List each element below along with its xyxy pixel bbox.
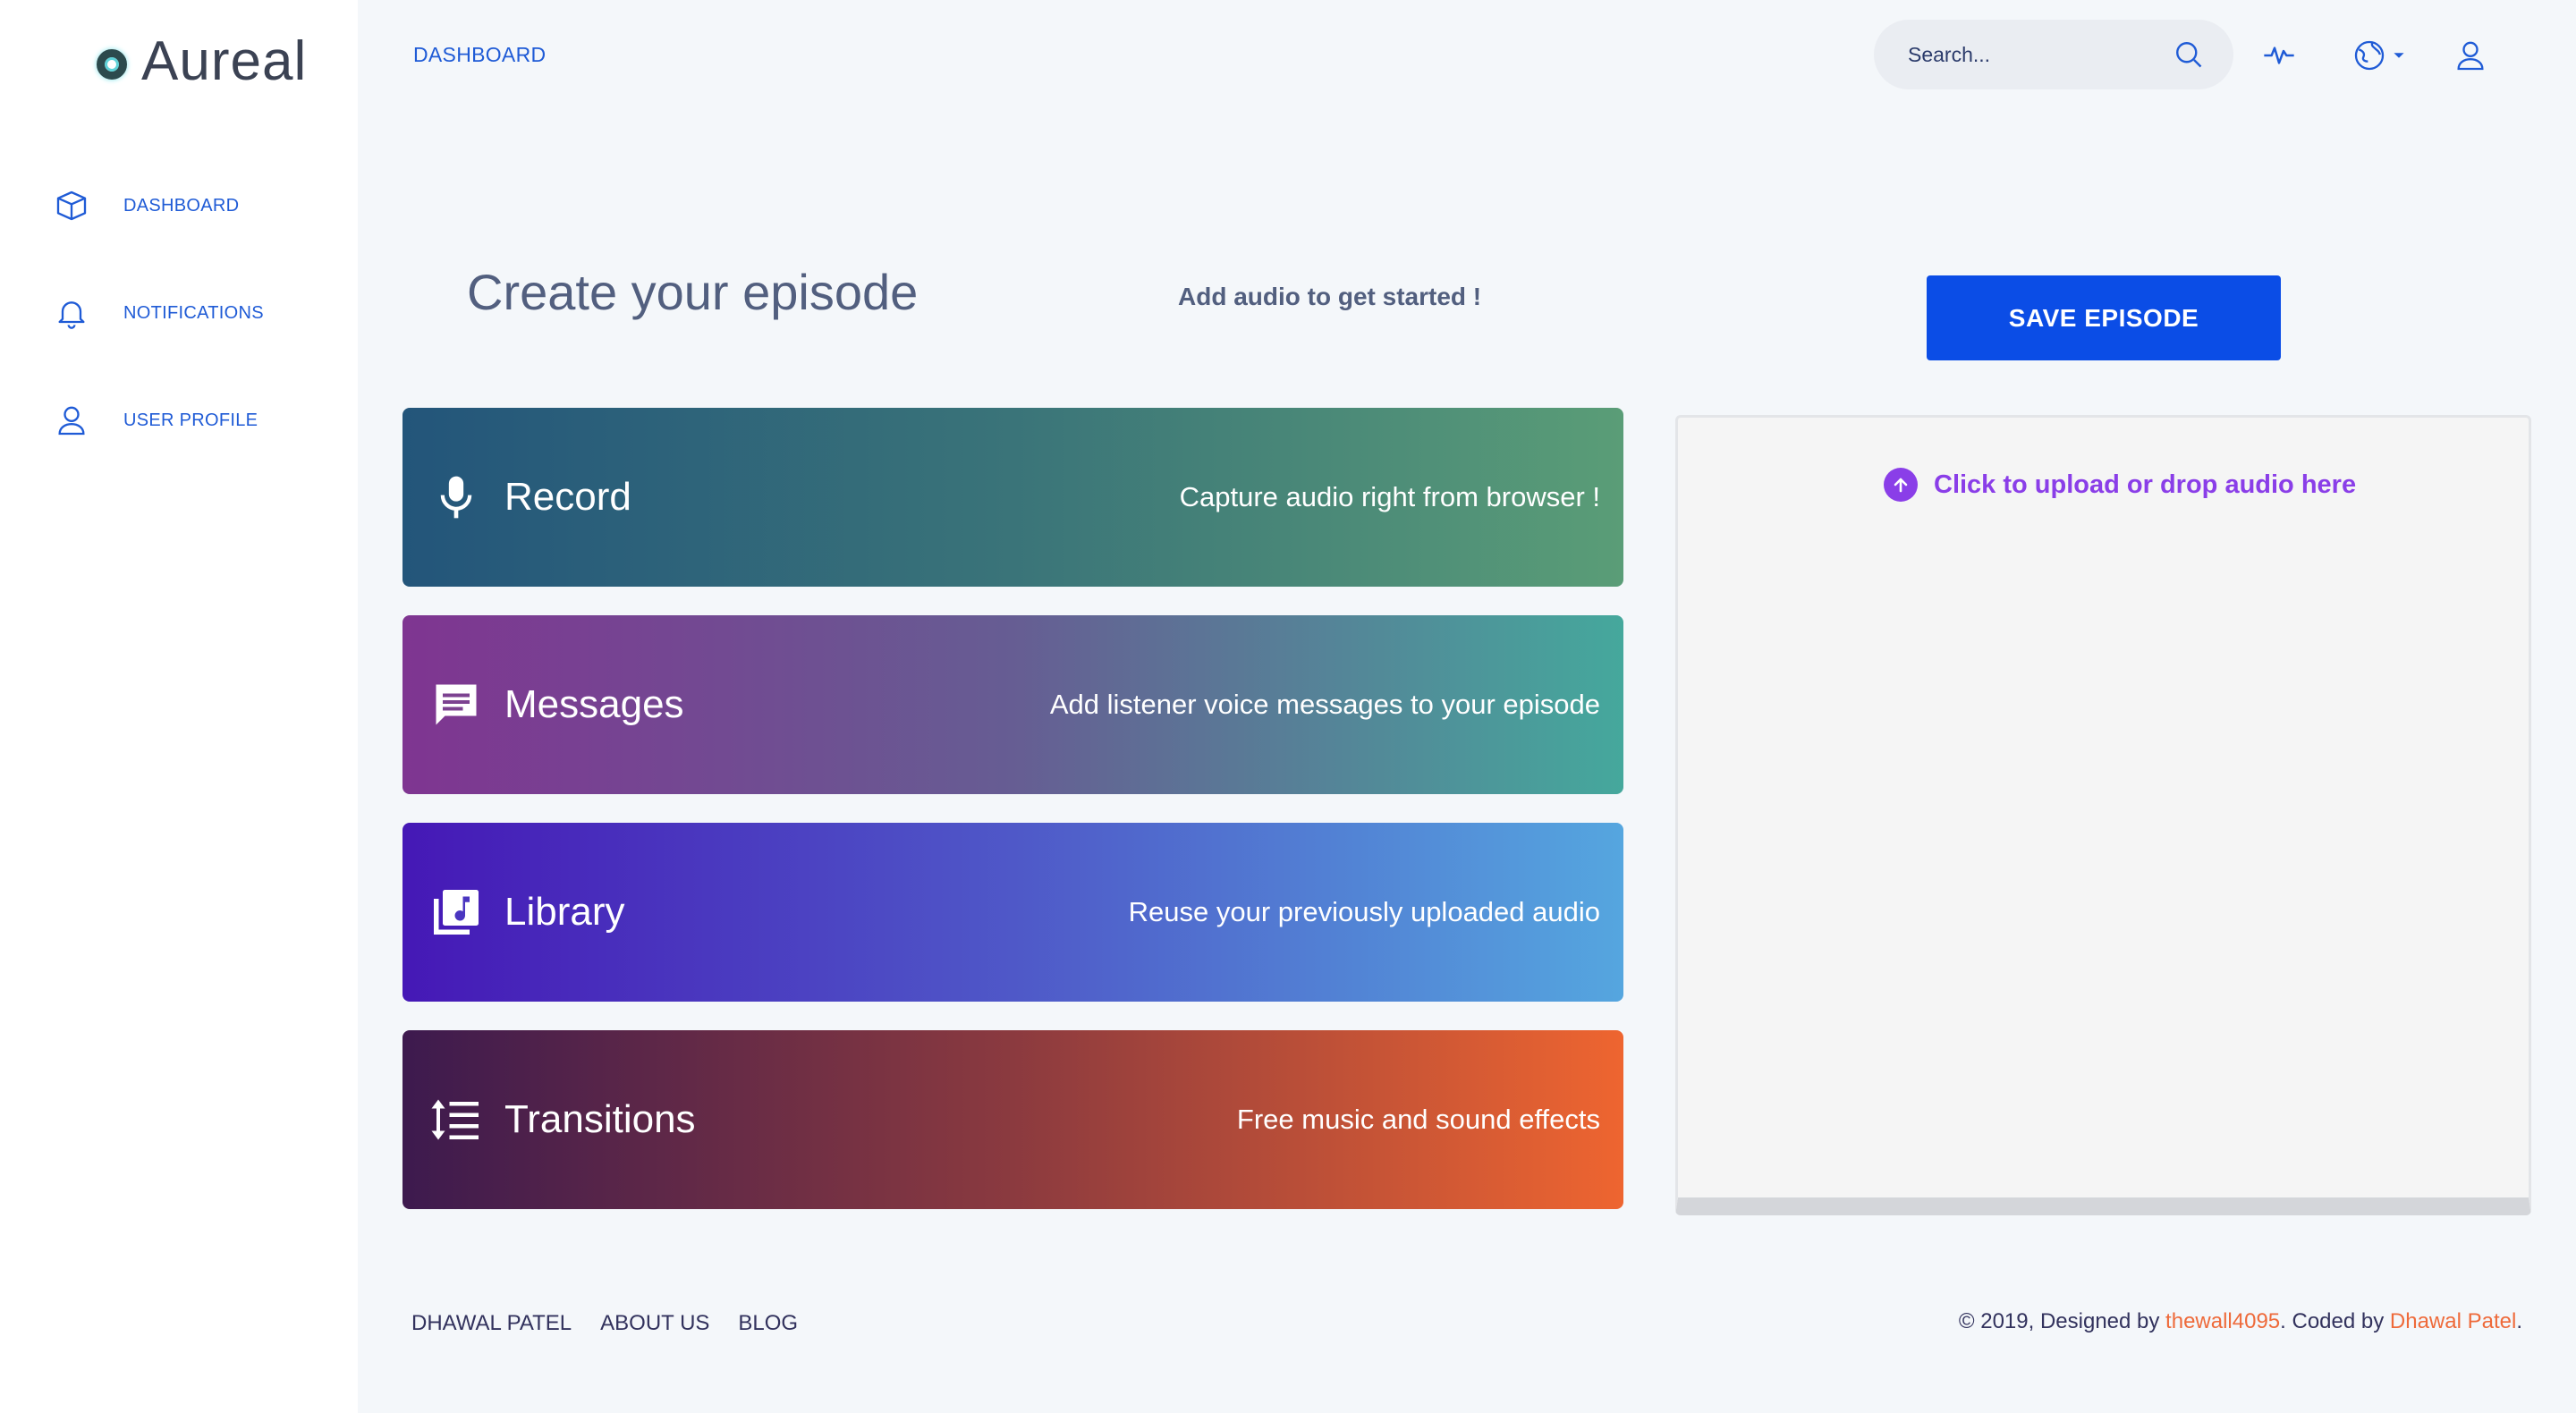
breadcrumb[interactable]: DASHBOARD <box>413 43 546 67</box>
card-description: Add listener voice messages to your epis… <box>1049 689 1600 720</box>
user-icon <box>52 401 91 440</box>
card-title: Messages <box>504 682 684 726</box>
copyright-suffix: . <box>2516 1309 2522 1333</box>
page-subtitle: Add audio to get started ! <box>1178 283 1482 310</box>
upload-label: Click to upload or drop audio here <box>1934 470 2357 499</box>
search-input[interactable] <box>1908 42 2173 67</box>
music-library-icon <box>428 884 485 941</box>
card-title: Record <box>504 475 631 519</box>
microphone-icon <box>428 469 485 526</box>
copyright-prefix: © 2019, Designed by <box>1958 1309 2166 1333</box>
messages-card[interactable]: Messages Add listener voice messages to … <box>402 615 1623 794</box>
message-icon <box>428 676 485 733</box>
caret-down-icon <box>2393 49 2405 62</box>
card-title: Transitions <box>504 1097 696 1141</box>
save-episode-button[interactable]: SAVE EPISODE <box>1927 275 2281 360</box>
search-bar <box>1874 20 2233 89</box>
brand[interactable]: Aureal <box>97 30 307 93</box>
footer-links: DHAWAL PATEL ABOUT US BLOG <box>411 1311 826 1336</box>
coder-link[interactable]: Dhawal Patel <box>2390 1309 2516 1333</box>
footer-link-dhawal-patel[interactable]: DHAWAL PATEL <box>411 1311 572 1336</box>
card-description: Reuse your previously uploaded audio <box>1128 896 1600 927</box>
card-description: Capture audio right from browser ! <box>1179 481 1600 512</box>
card-title: Library <box>504 890 625 934</box>
record-card[interactable]: Record Capture audio right from browser … <box>402 408 1623 587</box>
user-icon[interactable] <box>2449 34 2492 77</box>
transitions-icon <box>428 1091 485 1148</box>
sidebar-item-notifications[interactable]: NOTIFICATIONS <box>52 286 264 340</box>
card-description: Free music and sound effects <box>1236 1104 1600 1135</box>
upload-button[interactable]: Click to upload or drop audio here <box>1884 468 2356 502</box>
copyright: © 2019, Designed by thewall4095. Coded b… <box>1959 1309 2522 1334</box>
sidebar-item-label: NOTIFICATIONS <box>123 302 264 323</box>
footer-link-blog[interactable]: BLOG <box>738 1311 798 1336</box>
sidebar-item-dashboard[interactable]: DASHBOARD <box>52 179 239 233</box>
transitions-card[interactable]: Transitions Free music and sound effects <box>402 1030 1623 1209</box>
activity-icon[interactable] <box>2258 34 2301 77</box>
globe-icon <box>2351 38 2387 73</box>
search-icon[interactable] <box>2173 38 2205 71</box>
language-menu[interactable] <box>2347 34 2410 77</box>
sidebar-item-label: DASHBOARD <box>123 195 240 216</box>
sidebar-item-label: USER PROFILE <box>123 410 258 430</box>
footer-link-about-us[interactable]: ABOUT US <box>600 1311 709 1336</box>
upload-arrow-icon <box>1884 468 1918 502</box>
bell-icon <box>52 293 91 333</box>
page-title: Create your episode <box>467 264 919 320</box>
sidebar-item-user-profile[interactable]: USER PROFILE <box>52 393 258 447</box>
brand-logo-icon <box>97 49 127 80</box>
designer-link[interactable]: thewall4095 <box>2165 1309 2280 1333</box>
cube-icon <box>52 186 91 225</box>
copyright-mid: . Coded by <box>2280 1309 2390 1333</box>
upload-dropzone[interactable]: Click to upload or drop audio here <box>1675 415 2531 1215</box>
brand-name: Aureal <box>141 30 308 92</box>
sidebar: Aureal DASHBOARD NOTIFICATIONS USER PROF… <box>0 0 358 1413</box>
library-card[interactable]: Library Reuse your previously uploaded a… <box>402 823 1623 1002</box>
